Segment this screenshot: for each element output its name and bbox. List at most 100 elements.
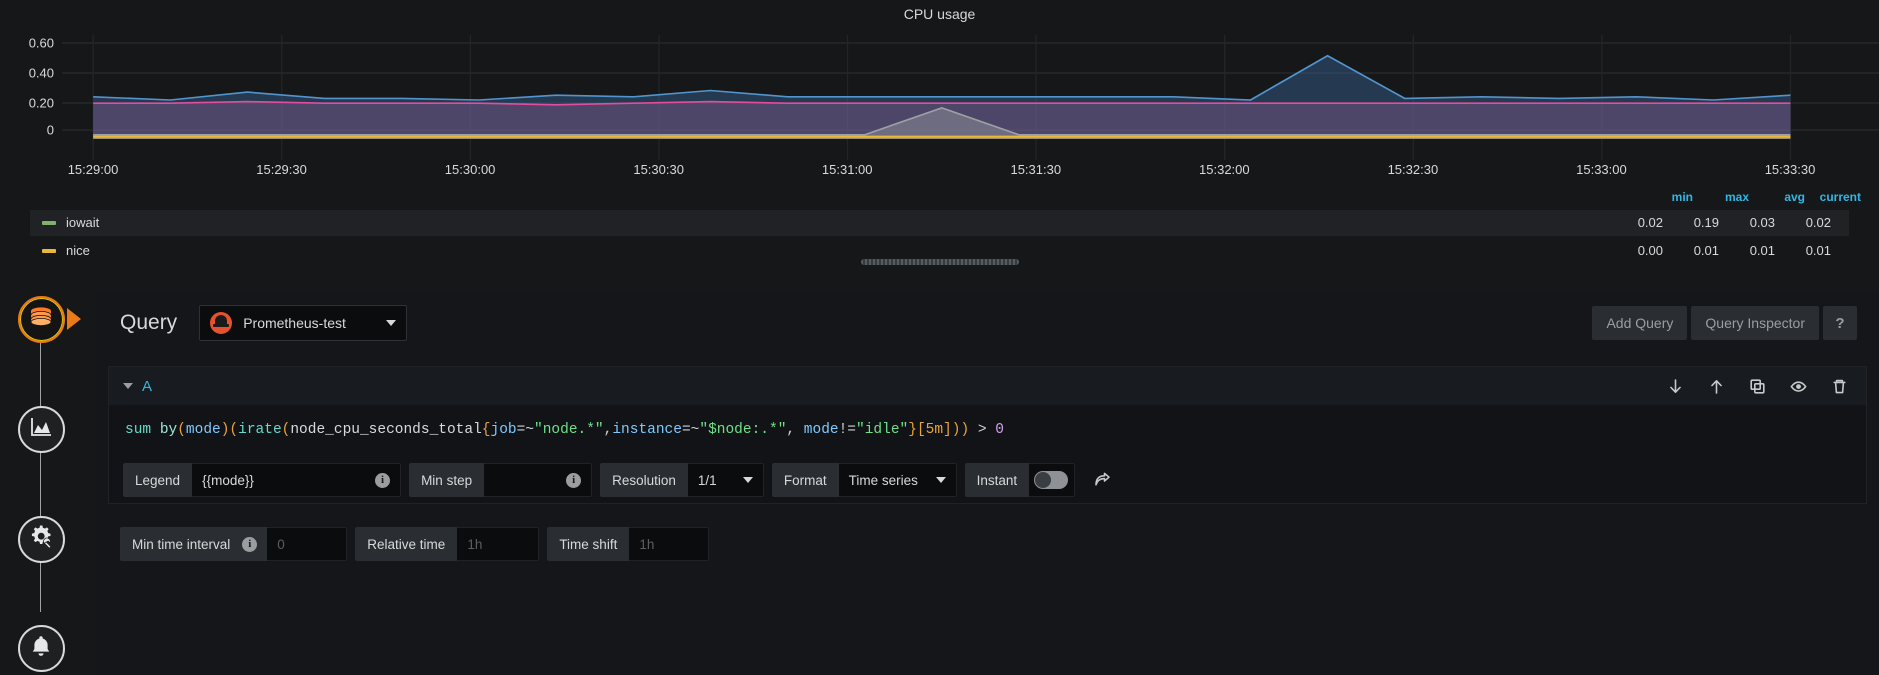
legend-column-header[interactable]: avg bbox=[1749, 190, 1805, 204]
legend-color-swatch[interactable] bbox=[42, 249, 56, 253]
x-tick: 15:32:00 bbox=[1199, 162, 1250, 177]
toggle-track bbox=[1034, 471, 1069, 489]
expr-token: =~ bbox=[516, 422, 535, 438]
query-editor-pane: Query Prometheus-test Add Query Query In… bbox=[96, 292, 1879, 675]
legend-row[interactable]: iowait 0.02 0.19 0.03 0.02 bbox=[30, 210, 1849, 236]
chevron-down-icon bbox=[742, 477, 753, 483]
grafana-panel-editor: CPU usage 0.60 0.40 0.20 0 15:29:00 15:2… bbox=[0, 0, 1879, 675]
panel-resize-handle[interactable] bbox=[860, 259, 1019, 265]
arrow-up-icon[interactable] bbox=[1708, 378, 1725, 395]
series-line-system bbox=[93, 54, 1791, 101]
y-tick-2: 0.20 bbox=[28, 95, 54, 111]
external-link-icon[interactable] bbox=[1093, 471, 1111, 489]
sidebar-item-alert[interactable] bbox=[14, 621, 68, 675]
datasource-picker[interactable]: Prometheus-test bbox=[199, 305, 408, 341]
expr-token: by bbox=[159, 422, 178, 438]
plot-canvas[interactable] bbox=[62, 35, 1879, 160]
min-time-interval-input[interactable]: 0 bbox=[267, 527, 348, 561]
legend-series-name[interactable]: nice bbox=[66, 238, 90, 264]
legend-label: Legend bbox=[123, 463, 193, 497]
graph-panel: CPU usage 0.60 0.40 0.20 0 15:29:00 15:2… bbox=[0, 0, 1879, 278]
expr-token: "idle" bbox=[856, 422, 909, 438]
sidebar-item-datasource[interactable] bbox=[14, 292, 81, 346]
chevron-down-icon bbox=[935, 477, 946, 483]
expr-token: 0 bbox=[995, 422, 1004, 438]
query-inspector-button[interactable]: Query Inspector bbox=[1691, 306, 1819, 340]
expr-token: { bbox=[481, 422, 491, 438]
expr-token: sum bbox=[125, 422, 152, 438]
area-chart-icon bbox=[29, 416, 53, 443]
expr-token: ( bbox=[177, 422, 186, 438]
relative-time-input[interactable]: 1h bbox=[457, 527, 540, 561]
datasource-name: Prometheus-test bbox=[243, 315, 346, 331]
query-row-a: A sum by(mode)(irate(node_cpu_seconds_to… bbox=[108, 366, 1867, 504]
instant-label: Instant bbox=[964, 463, 1030, 497]
expr-token: )( bbox=[220, 422, 239, 438]
graph-area: 0.60 0.40 0.20 0 bbox=[0, 35, 1879, 160]
x-tick: 15:31:30 bbox=[1010, 162, 1062, 177]
sidebar-item-visualization[interactable] bbox=[14, 402, 68, 456]
copy-icon[interactable] bbox=[1749, 378, 1766, 395]
legend-series-name[interactable]: iowait bbox=[66, 210, 99, 236]
min-time-interval-info-icon[interactable]: i bbox=[242, 536, 258, 552]
expr-token: =~ bbox=[681, 422, 700, 438]
query-expression[interactable]: sum by(mode)(irate(node_cpu_seconds_tota… bbox=[109, 405, 1866, 457]
expr-token: > bbox=[969, 422, 996, 438]
query-row-header: A bbox=[109, 367, 1866, 405]
resolution-select[interactable]: 1/1 bbox=[687, 463, 764, 497]
min-step-label: Min step bbox=[409, 463, 485, 497]
resolution-label: Resolution bbox=[600, 463, 688, 497]
expr-token bbox=[151, 422, 160, 438]
resolution-value: 1/1 bbox=[697, 472, 717, 488]
legend-value-current: 0.01 bbox=[1805, 243, 1831, 258]
min-time-interval-label: Min time interval bbox=[120, 527, 243, 561]
x-tick: 15:33:30 bbox=[1764, 162, 1816, 177]
instant-segment: Instant bbox=[964, 463, 1076, 497]
help-button[interactable]: ? bbox=[1823, 306, 1857, 340]
query-options-row: Legend {{mode}} i Min step i Resolution bbox=[109, 457, 1866, 503]
expr-token: } bbox=[908, 422, 917, 438]
min-step-info-icon[interactable]: i bbox=[566, 472, 582, 488]
min-time-interval-info-wrap: i bbox=[242, 527, 268, 561]
legend-input[interactable]: {{mode}} i bbox=[192, 463, 402, 497]
legend-segment: Legend {{mode}} i bbox=[123, 463, 402, 497]
legend-color-swatch[interactable] bbox=[42, 221, 56, 225]
min-step-segment: Min step i bbox=[409, 463, 593, 497]
trash-icon[interactable] bbox=[1831, 378, 1848, 395]
legend-value-min: 0.02 bbox=[1637, 215, 1663, 230]
min-step-input[interactable]: i bbox=[484, 463, 593, 497]
expr-token: != bbox=[838, 422, 857, 438]
y-axis: 0.60 0.40 0.20 0 bbox=[0, 35, 62, 160]
y-tick-0: 0.60 bbox=[28, 35, 54, 51]
legend-value-max: 0.01 bbox=[1693, 243, 1719, 258]
add-query-button[interactable]: Add Query bbox=[1592, 306, 1688, 340]
expr-token: )) bbox=[951, 422, 970, 438]
arrow-down-icon[interactable] bbox=[1667, 378, 1684, 395]
min-time-interval-segment: Min time interval i 0 bbox=[120, 527, 348, 561]
expr-token: "node.*" bbox=[534, 422, 604, 438]
time-shift-label: Time shift bbox=[547, 527, 630, 561]
legend-value-avg: 0.01 bbox=[1749, 243, 1775, 258]
legend-column-header[interactable]: min bbox=[1637, 190, 1693, 204]
instant-toggle[interactable] bbox=[1029, 463, 1076, 497]
query-options-bottom-row: Min time interval i 0 Relative time 1h T… bbox=[120, 526, 1867, 562]
y-tick-3: 0 bbox=[46, 122, 54, 138]
time-shift-input[interactable]: 1h bbox=[629, 527, 710, 561]
legend-column-header[interactable]: max bbox=[1693, 190, 1749, 204]
query-header-label: Query bbox=[120, 311, 178, 334]
query-header-actions: Add Query Query Inspector ? bbox=[1592, 306, 1857, 340]
legend-column-header[interactable]: current bbox=[1805, 190, 1861, 204]
format-value: Time series bbox=[848, 472, 918, 488]
query-editor-header: Query Prometheus-test Add Query Query In… bbox=[96, 292, 1879, 354]
eye-icon[interactable] bbox=[1790, 378, 1807, 395]
legend-info-icon[interactable]: i bbox=[375, 472, 391, 488]
collapse-toggle-icon[interactable] bbox=[123, 383, 133, 389]
sidebar-item-general[interactable] bbox=[14, 512, 68, 566]
x-tick: 15:29:00 bbox=[67, 162, 119, 177]
legend-value-min: 0.00 bbox=[1637, 243, 1663, 258]
page-title: CPU usage bbox=[903, 6, 976, 22]
gear-wrench-icon bbox=[29, 524, 54, 554]
format-select[interactable]: Time series bbox=[838, 463, 957, 497]
prometheus-icon bbox=[210, 312, 233, 334]
relative-time-label: Relative time bbox=[355, 527, 458, 561]
